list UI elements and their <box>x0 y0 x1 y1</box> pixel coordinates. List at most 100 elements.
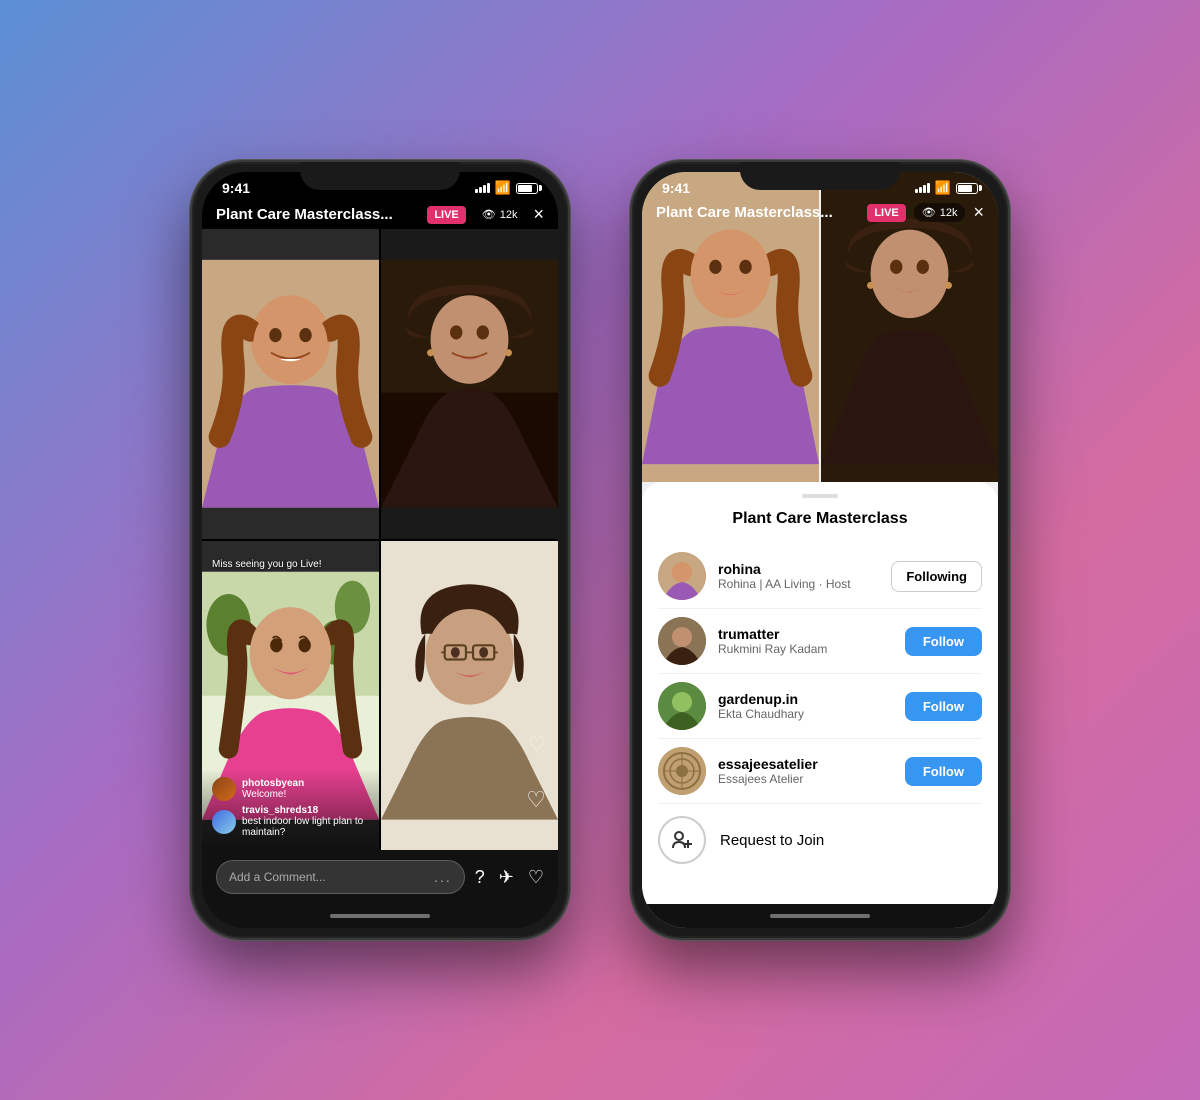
close-button-left[interactable]: × <box>533 204 544 225</box>
rohina-avatar-svg <box>658 552 706 600</box>
comment-input-left[interactable]: Add a Comment... ... <box>216 860 465 894</box>
eye-icon-left: 👁 <box>482 208 496 221</box>
essajees-avatar-svg <box>658 747 706 795</box>
share-icon-left[interactable]: ✈ <box>499 867 514 888</box>
bottom-icons-left: ? ✈ ♡ <box>475 867 544 888</box>
status-time-left: 9:41 <box>222 180 250 196</box>
status-icons-right: 📶 <box>915 180 978 196</box>
question-icon-left[interactable]: ? <box>475 867 485 888</box>
participant-info-trumatter: trumatter Rukmini Ray Kadam <box>718 626 893 656</box>
participant-info-gardenup: gardenup.in Ekta Chaudhary <box>718 691 893 721</box>
panel-title: Plant Care Masterclass <box>658 510 982 528</box>
battery-icon-right <box>956 183 978 194</box>
live-header-right-right: LIVE 👁 12k × <box>867 202 984 223</box>
participant-row-trumatter: trumatter Rukmini Ray Kadam Follow <box>658 609 982 674</box>
participant-username-rohina: rohina <box>718 561 879 577</box>
close-button-right[interactable]: × <box>973 202 984 223</box>
home-bar-right <box>770 914 870 918</box>
participant-username-trumatter: trumatter <box>718 626 893 642</box>
video-cell-2 <box>381 229 558 539</box>
phone-right: 9:41 📶 Plant Care Masterclass... <box>630 160 1010 940</box>
wifi-icon-right: 📶 <box>935 180 951 196</box>
viewer-count-left: 👁 12k <box>474 205 526 224</box>
participant-desc-essajees: Essajees Atelier <box>718 772 893 786</box>
avatar-trumatter <box>658 617 706 665</box>
comment-avatar-2 <box>212 810 236 834</box>
home-bar-left <box>330 914 430 918</box>
live-header-right: Plant Care Masterclass... LIVE 👁 12k × <box>642 198 998 227</box>
comment-text-2: travis_shreds18 best indoor low light pl… <box>242 805 369 838</box>
viewer-count-right: 👁 12k <box>914 203 966 222</box>
phone-notch-left <box>300 162 460 190</box>
video-person-1 <box>202 229 379 539</box>
home-indicator-left <box>202 904 558 928</box>
comment-item-1: photosbyean Welcome! <box>212 777 369 801</box>
video-cell-3: Miss seeing you go Live! photosbyean Wel… <box>202 541 379 851</box>
participant-row-essajees: essajeesatelier Essajees Atelier Follow <box>658 739 982 804</box>
comment-message-1: Welcome! <box>242 789 286 800</box>
comment-text-1: photosbyean Welcome! <box>242 778 304 800</box>
participant-desc-gardenup: Ekta Chaudhary <box>718 707 893 721</box>
add-person-icon <box>670 828 694 852</box>
bottom-panel: Plant Care Masterclass rohina Rohina | A… <box>642 482 998 904</box>
participant-desc-rohina: Rohina | AA Living · Host <box>718 577 879 591</box>
eye-icon-right: 👁 <box>922 206 936 219</box>
screen-left: 9:41 📶 Plant Care Masterclass... LIVE <box>202 172 558 928</box>
participant-info-rohina: rohina Rohina | AA Living · Host <box>718 561 879 591</box>
trumatter-avatar-svg <box>658 617 706 665</box>
comment-username-2: travis_shreds18 <box>242 805 318 816</box>
screen-right: 9:41 📶 Plant Care Masterclass... <box>642 172 998 928</box>
live-header-left: Plant Care Masterclass... LIVE 👁 12k × <box>202 200 558 229</box>
battery-icon-left <box>516 183 538 194</box>
gardenup-avatar-svg <box>658 682 706 730</box>
comment-dots-left: ... <box>434 869 452 885</box>
participant-row-rohina: rohina Rohina | AA Living · Host Followi… <box>658 544 982 609</box>
participant-row-gardenup: gardenup.in Ekta Chaudhary Follow <box>658 674 982 739</box>
following-button-rohina[interactable]: Following <box>891 561 982 592</box>
stream-title-right: Plant Care Masterclass... <box>656 204 833 221</box>
viewer-number-left: 12k <box>500 209 518 221</box>
follow-button-essajees[interactable]: Follow <box>905 757 982 786</box>
panel-handle[interactable] <box>802 494 838 498</box>
stream-title-left: Plant Care Masterclass... <box>216 206 393 223</box>
request-to-join-row[interactable]: Request to Join <box>658 804 982 876</box>
phone-notch-right <box>740 162 900 190</box>
home-indicator-right <box>642 904 998 928</box>
heart-icon-left[interactable]: ♡ <box>528 867 544 888</box>
avatar-rohina <box>658 552 706 600</box>
follow-button-gardenup[interactable]: Follow <box>905 692 982 721</box>
comment-username-1: photosbyean <box>242 778 304 789</box>
comments-overlay: photosbyean Welcome! travis_shreds18 bes… <box>202 769 379 850</box>
follow-button-trumatter[interactable]: Follow <box>905 627 982 656</box>
video-grid-left: Miss seeing you go Live! photosbyean Wel… <box>202 229 558 850</box>
live-badge-left: LIVE <box>427 206 465 224</box>
comment-message-2: best indoor low light plan to maintain? <box>242 816 363 838</box>
participant-info-essajees: essajeesatelier Essajees Atelier <box>718 756 893 786</box>
comment-placeholder-left: Add a Comment... <box>229 870 326 884</box>
live-header-right-left: LIVE 👁 12k × <box>427 204 544 225</box>
avatar-gardenup <box>658 682 706 730</box>
signal-bars-right <box>915 183 930 193</box>
avatar-essajees <box>658 747 706 795</box>
live-badge-right: LIVE <box>867 204 905 222</box>
video-cell-1 <box>202 229 379 539</box>
wifi-icon-left: 📶 <box>495 180 511 196</box>
phone-left: 9:41 📶 Plant Care Masterclass... LIVE <box>190 160 570 940</box>
signal-bars-left <box>475 183 490 193</box>
participant-desc-trumatter: Rukmini Ray Kadam <box>718 642 893 656</box>
participant-username-essajees: essajeesatelier <box>718 756 893 772</box>
video-person-2 <box>381 229 558 539</box>
status-time-right: 9:41 <box>662 180 690 196</box>
comment-avatar-1 <box>212 777 236 801</box>
comment-item-2: travis_shreds18 best indoor low light pl… <box>212 805 369 838</box>
status-icons-left: 📶 <box>475 180 538 196</box>
heart-icon-bottom: ♡ <box>526 787 546 813</box>
viewer-number-right: 12k <box>940 207 958 219</box>
request-join-label: Request to Join <box>720 832 824 849</box>
participant-username-gardenup: gardenup.in <box>718 691 893 707</box>
heart-icon-mid: ♡ <box>528 732 546 757</box>
miss-overlay-text: Miss seeing you go Live! <box>212 559 322 570</box>
video-cell-4: ♡ ♡ <box>381 541 558 851</box>
request-join-icon <box>658 816 706 864</box>
bottom-bar-left: Add a Comment... ... ? ✈ ♡ <box>202 850 558 904</box>
